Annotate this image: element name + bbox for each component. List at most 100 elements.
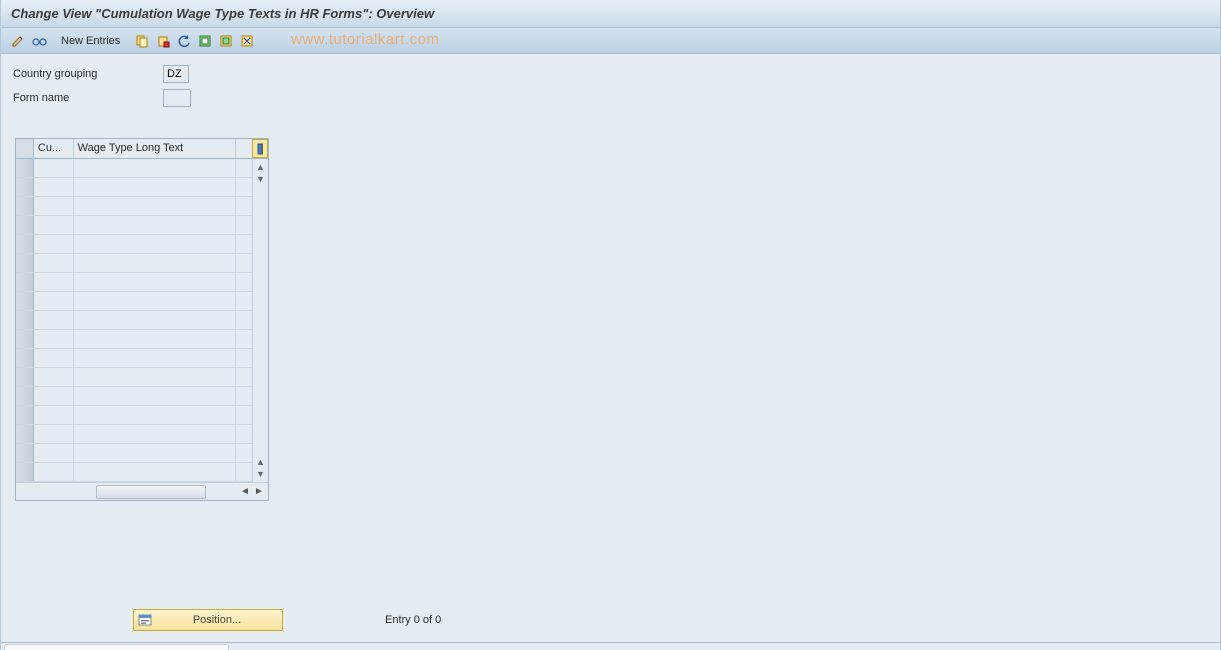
- scroll-down-small-icon[interactable]: ▼: [256, 173, 265, 185]
- table-row[interactable]: [16, 159, 268, 178]
- toolbar: New Entries www.tutorialkart.com: [1, 28, 1220, 54]
- row-selector[interactable]: [16, 197, 34, 215]
- select-all-icon[interactable]: [196, 32, 214, 50]
- table-row[interactable]: [16, 349, 268, 368]
- table-row[interactable]: [16, 216, 268, 235]
- cell-cu[interactable]: [34, 235, 74, 253]
- cell-wagetype[interactable]: [74, 387, 237, 405]
- field-row-country: Country grouping: [13, 64, 1208, 84]
- cell-wagetype[interactable]: [74, 406, 237, 424]
- cell-wagetype[interactable]: [74, 197, 237, 215]
- cell-cu[interactable]: [34, 273, 74, 291]
- row-selector[interactable]: [16, 463, 34, 481]
- table-row[interactable]: [16, 387, 268, 406]
- row-selector[interactable]: [16, 444, 34, 462]
- form-name-input[interactable]: [163, 89, 191, 107]
- cell-wagetype[interactable]: [74, 235, 237, 253]
- cell-cu[interactable]: [34, 349, 74, 367]
- row-selector[interactable]: [16, 273, 34, 291]
- table-row[interactable]: [16, 292, 268, 311]
- cell-wagetype[interactable]: [74, 311, 237, 329]
- row-selector[interactable]: [16, 292, 34, 310]
- cell-cu[interactable]: [34, 311, 74, 329]
- table-row[interactable]: [16, 330, 268, 349]
- scroll-left-icon[interactable]: ◄: [238, 486, 252, 497]
- position-button[interactable]: Position...: [133, 609, 283, 631]
- cell-wagetype[interactable]: [74, 254, 237, 272]
- row-selector[interactable]: [16, 254, 34, 272]
- vertical-scrollbar[interactable]: ▲ ▼ ▲ ▼: [252, 159, 268, 482]
- cell-cu[interactable]: [34, 254, 74, 272]
- table-row[interactable]: [16, 178, 268, 197]
- undo-icon[interactable]: [175, 32, 193, 50]
- table-row[interactable]: [16, 406, 268, 425]
- table-select-all-header[interactable]: [16, 139, 34, 158]
- table-row[interactable]: [16, 273, 268, 292]
- table-row[interactable]: [16, 311, 268, 330]
- cell-wagetype[interactable]: [74, 178, 237, 196]
- row-selector[interactable]: [16, 330, 34, 348]
- table-col-cu[interactable]: Cu...: [34, 139, 74, 158]
- new-entries-button[interactable]: New Entries: [55, 33, 126, 49]
- table-row[interactable]: [16, 254, 268, 273]
- table-row[interactable]: [16, 444, 268, 463]
- row-selector[interactable]: [16, 235, 34, 253]
- position-button-label: Position...: [193, 614, 241, 626]
- copy-icon[interactable]: [133, 32, 151, 50]
- table-row[interactable]: [16, 235, 268, 254]
- delete-icon[interactable]: [154, 32, 172, 50]
- cell-wagetype[interactable]: [74, 216, 237, 234]
- cell-wagetype[interactable]: [74, 273, 237, 291]
- table-config-icon[interactable]: [252, 139, 268, 158]
- cell-cu[interactable]: [34, 387, 74, 405]
- cell-wagetype[interactable]: [74, 463, 237, 481]
- cell-wagetype[interactable]: [74, 330, 237, 348]
- watermark: www.tutorialkart.com: [291, 31, 439, 48]
- scroll-up-icon[interactable]: ▲: [256, 161, 265, 173]
- cell-cu[interactable]: [34, 406, 74, 424]
- field-row-formname: Form name: [13, 88, 1208, 108]
- cell-cu[interactable]: [34, 425, 74, 443]
- row-selector[interactable]: [16, 406, 34, 424]
- table-col-wagetype[interactable]: Wage Type Long Text: [74, 139, 237, 158]
- cell-cu[interactable]: [34, 463, 74, 481]
- hscroll-track[interactable]: [34, 485, 238, 499]
- row-selector[interactable]: [16, 159, 34, 177]
- row-selector[interactable]: [16, 311, 34, 329]
- deselect-all-icon[interactable]: [238, 32, 256, 50]
- row-selector[interactable]: [16, 216, 34, 234]
- scroll-right-icon[interactable]: ►: [252, 486, 266, 497]
- cell-cu[interactable]: [34, 330, 74, 348]
- horizontal-scrollbar[interactable]: ◄ ►: [16, 482, 268, 500]
- country-grouping-input[interactable]: [163, 65, 189, 83]
- cell-wagetype[interactable]: [74, 368, 237, 386]
- cell-wagetype[interactable]: [74, 159, 237, 177]
- table-row[interactable]: [16, 425, 268, 444]
- cell-cu[interactable]: [34, 368, 74, 386]
- change-icon[interactable]: [9, 32, 27, 50]
- cell-wagetype[interactable]: [74, 444, 237, 462]
- row-selector[interactable]: [16, 349, 34, 367]
- cell-cu[interactable]: [34, 292, 74, 310]
- cell-wagetype[interactable]: [74, 425, 237, 443]
- table-row[interactable]: [16, 368, 268, 387]
- row-selector[interactable]: [16, 387, 34, 405]
- cell-cu[interactable]: [34, 444, 74, 462]
- cell-cu[interactable]: [34, 159, 74, 177]
- scroll-up-small-icon[interactable]: ▲: [256, 456, 265, 468]
- table-row[interactable]: [16, 197, 268, 216]
- cell-cu[interactable]: [34, 178, 74, 196]
- table-row[interactable]: [16, 463, 268, 482]
- select-block-icon[interactable]: [217, 32, 235, 50]
- scroll-down-icon[interactable]: ▼: [256, 468, 265, 480]
- cell-wagetype[interactable]: [74, 349, 237, 367]
- hscroll-thumb[interactable]: [96, 485, 206, 499]
- cell-cu[interactable]: [34, 197, 74, 215]
- row-selector[interactable]: [16, 178, 34, 196]
- cell-cu[interactable]: [34, 216, 74, 234]
- row-selector[interactable]: [16, 425, 34, 443]
- cell-wagetype[interactable]: [74, 292, 237, 310]
- row-selector[interactable]: [16, 368, 34, 386]
- glasses-icon[interactable]: [30, 32, 48, 50]
- bottom-tab[interactable]: [4, 644, 229, 650]
